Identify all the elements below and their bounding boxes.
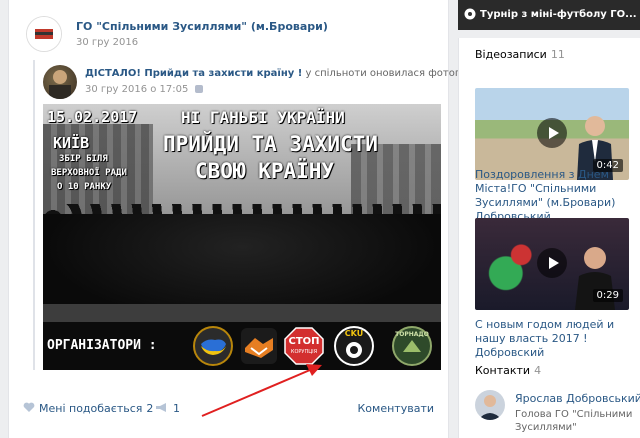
comment-button[interactable]: Коментувати bbox=[358, 402, 435, 415]
video-thumbnail-2[interactable]: 0:29 bbox=[475, 218, 629, 310]
megaphone-icon bbox=[156, 403, 166, 412]
contacts-count: 4 bbox=[534, 364, 542, 377]
poster-slogan-line3: СВОЮ КРАЇНУ bbox=[195, 159, 335, 183]
wall-post: ГО "Спільними Зусиллями" (м.Бровари) 30 … bbox=[8, 0, 490, 438]
video-duration: 0:29 bbox=[592, 289, 623, 302]
videos-count: 11 bbox=[550, 48, 565, 61]
post-author-link[interactable]: ГО "Спільними Зусиллями" (м.Бровари) bbox=[76, 20, 328, 33]
stop-corruption-logo: СТОП КОРУПЦІЯ bbox=[283, 326, 325, 366]
like-button[interactable]: Мені подобається 2 bbox=[23, 402, 153, 415]
post-photo[interactable]: 15.02.2017 НІ ГАНЬБІ УКРАЇНИ ПРИЙДИ ТА З… bbox=[43, 104, 441, 370]
like-label: Мені подобається bbox=[39, 402, 143, 415]
repost-source-link[interactable]: ДІСТАЛО! Прийди та захисти країну ! bbox=[85, 68, 302, 79]
sidebar-top-banner-text: Турнір з міні-футболу ГО... bbox=[480, 9, 637, 20]
stop-logo-text: СТОП bbox=[288, 336, 320, 347]
tornado-logo-text: ТОРНАДО bbox=[395, 331, 429, 338]
post-actions: Мені подобається 2 1 Коментувати bbox=[9, 396, 448, 426]
cku-logo-text: CKU bbox=[344, 329, 364, 338]
repost-title: ДІСТАЛО! Прийди та захисти країну ! у сп… bbox=[85, 68, 490, 79]
video-title-1[interactable]: Поздоровлення з Днем Міста!ГО "Спільними… bbox=[475, 168, 635, 224]
cku-logo: CKU bbox=[331, 326, 377, 366]
repost-date-text[interactable]: 30 гру 2016 о 17:05 bbox=[85, 84, 188, 95]
sidebar-card: Відеозаписи 11 0:42 Поздоровлення з Днем … bbox=[458, 38, 640, 438]
poster-place-line3: О 10 РАНКУ bbox=[57, 182, 112, 192]
poster-place-line2: ВЕРХОВНОЇ РАДИ bbox=[51, 168, 127, 178]
share-count: 1 bbox=[173, 402, 180, 415]
post-date[interactable]: 30 гру 2016 bbox=[76, 37, 138, 48]
contact-avatar-image bbox=[478, 395, 502, 420]
poster-slogan-line1: НІ ГАНЬБІ УКРАЇНИ bbox=[181, 108, 345, 127]
poster-city: КИЇВ bbox=[53, 134, 90, 152]
sidebar-top-banner[interactable]: Турнір з міні-футболу ГО... bbox=[458, 0, 640, 30]
contact-role: Голова ГО "Спільними Зусиллями" bbox=[515, 409, 633, 433]
ukraine-map-logo-icon bbox=[193, 326, 233, 366]
share-button[interactable]: 1 bbox=[155, 402, 180, 415]
videos-title: Відеозаписи bbox=[475, 48, 547, 61]
video-thumbnail-1[interactable]: 0:42 bbox=[475, 88, 629, 180]
group-avatar[interactable] bbox=[26, 16, 62, 52]
poster-slogan-line2: ПРИЙДИ ТА ЗАХИСТИ bbox=[163, 132, 378, 156]
contact-avatar[interactable] bbox=[475, 390, 505, 420]
contacts-title: Контакти bbox=[475, 364, 531, 377]
group-logo-icon bbox=[27, 17, 61, 51]
videos-section-title[interactable]: Відеозаписи 11 bbox=[475, 48, 565, 61]
play-icon bbox=[537, 248, 567, 278]
stop-logo-subtext: КОРУПЦІЯ bbox=[290, 349, 318, 355]
play-icon bbox=[537, 118, 567, 148]
handshake-logo-icon bbox=[241, 328, 277, 364]
poster-place-line1: ЗБІР БІЛЯ bbox=[59, 154, 108, 164]
repost-avatar[interactable] bbox=[43, 65, 77, 99]
repost-date: 30 гру 2016 о 17:05 bbox=[85, 84, 203, 95]
contacts-section-title[interactable]: Контакти 4 bbox=[475, 364, 541, 377]
like-count: 2 bbox=[146, 402, 154, 415]
repost-divider bbox=[33, 60, 35, 370]
camera-icon bbox=[194, 85, 203, 93]
heart-icon bbox=[23, 402, 35, 412]
contact-name[interactable]: Ярослав Добровський bbox=[515, 392, 640, 405]
repost-avatar-image bbox=[49, 70, 71, 99]
video-title-2[interactable]: С новым годом людей и нашу власть 2017 !… bbox=[475, 318, 635, 360]
poster-date: 15.02.2017 bbox=[47, 108, 138, 126]
tornado-logo: ТОРНАДО bbox=[389, 326, 435, 366]
poster-organizers-label: ОРГАНІЗАТОРИ : bbox=[47, 338, 157, 353]
soccer-ball-icon bbox=[464, 8, 476, 20]
